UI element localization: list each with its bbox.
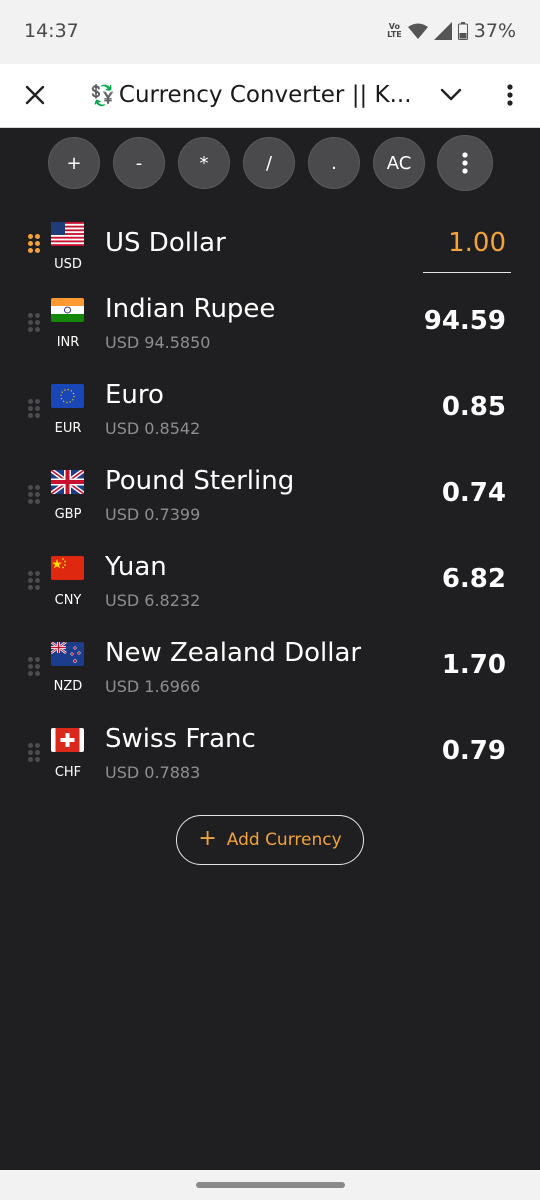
flag-in-icon — [51, 298, 84, 322]
converted-amount: 6.82 — [441, 564, 506, 594]
currency-name: Pound Sterling — [105, 466, 295, 496]
currency-code: INR — [56, 335, 80, 350]
flag-cn-icon — [51, 556, 84, 580]
more-vert-icon[interactable] — [494, 78, 526, 112]
multiply-button[interactable]: * — [178, 137, 230, 189]
drag-handle-icon[interactable] — [28, 313, 42, 333]
drag-handle-icon[interactable] — [28, 657, 42, 677]
amount-input[interactable]: 1.00 — [448, 228, 506, 258]
exchange-rate: USD 0.8542 — [105, 419, 201, 438]
converted-amount: 94.59 — [423, 306, 506, 336]
currency-row-eur[interactable]: EUR Euro USD 0.8542 0.85 — [0, 372, 540, 458]
add-currency-label: Add Currency — [226, 830, 342, 850]
flag-us-icon — [51, 222, 84, 246]
drag-handle-icon[interactable] — [28, 485, 42, 505]
currency-code: EUR — [54, 421, 82, 436]
currency-code: CNY — [54, 593, 82, 608]
chevron-down-icon[interactable] — [434, 78, 468, 112]
flag-nz-icon — [51, 642, 84, 666]
currency-row-usd[interactable]: USD US Dollar 1.00 — [0, 200, 540, 286]
converted-amount: 0.79 — [441, 736, 506, 766]
plus-icon: + — [198, 826, 217, 851]
currency-code: CHF — [54, 765, 82, 780]
close-icon[interactable] — [18, 78, 52, 112]
clear-button[interactable]: AC — [373, 137, 425, 189]
drag-handle-icon[interactable] — [28, 571, 42, 591]
battery-percent: 37% — [473, 20, 516, 42]
add-currency-button[interactable]: + Add Currency — [176, 815, 364, 865]
flag-eu-icon — [51, 384, 84, 408]
signal-icon — [433, 22, 452, 40]
status-icons: Vo LTE 37% — [387, 20, 516, 42]
flag-ch-icon — [51, 728, 84, 752]
wifi-icon — [407, 23, 428, 39]
page-title: 💱 Currency Converter || K... — [90, 80, 410, 110]
status-bar: 14:37 Vo LTE 37% — [0, 0, 540, 64]
exchange-rate: USD 6.8232 — [105, 591, 201, 610]
exchange-rate: USD 0.7883 — [105, 763, 201, 782]
more-vert-icon — [462, 152, 468, 174]
flag-gb-icon — [51, 470, 84, 494]
drag-handle-icon[interactable] — [28, 234, 42, 254]
currency-row-chf[interactable]: CHF Swiss Franc USD 0.7883 0.79 — [0, 716, 540, 802]
navigation-bar — [0, 1170, 540, 1200]
currency-name: New Zealand Dollar — [105, 638, 362, 668]
currency-name: Euro — [105, 380, 164, 410]
currency-code: USD — [54, 257, 82, 272]
currency-name: Yuan — [105, 552, 167, 582]
decimal-button[interactable]: . — [308, 137, 360, 189]
page-title-text: Currency Converter || K... — [118, 82, 410, 108]
currency-row-cny[interactable]: CNY Yuan USD 6.8232 6.82 — [0, 544, 540, 630]
currency-name: Swiss Franc — [105, 724, 256, 754]
status-time: 14:37 — [24, 20, 79, 42]
home-gesture-handle[interactable] — [196, 1182, 345, 1188]
converted-amount: 0.85 — [441, 392, 506, 422]
amount-input-underline — [423, 272, 511, 273]
operator-row: + - * / . AC — [48, 135, 494, 191]
currency-name: US Dollar — [105, 228, 226, 258]
converted-amount: 1.70 — [441, 650, 506, 680]
operator-more-button[interactable] — [437, 135, 493, 191]
exchange-rate: USD 1.6966 — [105, 677, 201, 696]
currency-name: Indian Rupee — [105, 294, 276, 324]
battery-icon — [457, 22, 468, 40]
drag-handle-icon[interactable] — [28, 743, 42, 763]
drag-handle-icon[interactable] — [28, 399, 42, 419]
currency-row-nzd[interactable]: NZD New Zealand Dollar USD 1.6966 1.70 — [0, 630, 540, 716]
currency-row-inr[interactable]: INR Indian Rupee USD 94.5850 94.59 — [0, 286, 540, 372]
currency-exchange-icon: 💱 — [90, 83, 115, 107]
minus-button[interactable]: - — [113, 137, 165, 189]
currency-code: GBP — [54, 507, 82, 522]
volte-icon: Vo LTE — [387, 22, 402, 39]
divide-button[interactable]: / — [243, 137, 295, 189]
exchange-rate: USD 0.7399 — [105, 505, 201, 524]
converted-amount: 0.74 — [441, 478, 506, 508]
currency-code: NZD — [53, 679, 83, 694]
exchange-rate: USD 94.5850 — [105, 333, 211, 352]
currency-row-gbp[interactable]: GBP Pound Sterling USD 0.7399 0.74 — [0, 458, 540, 544]
browser-toolbar: 💱 Currency Converter || K... — [0, 64, 540, 128]
plus-button[interactable]: + — [48, 137, 100, 189]
